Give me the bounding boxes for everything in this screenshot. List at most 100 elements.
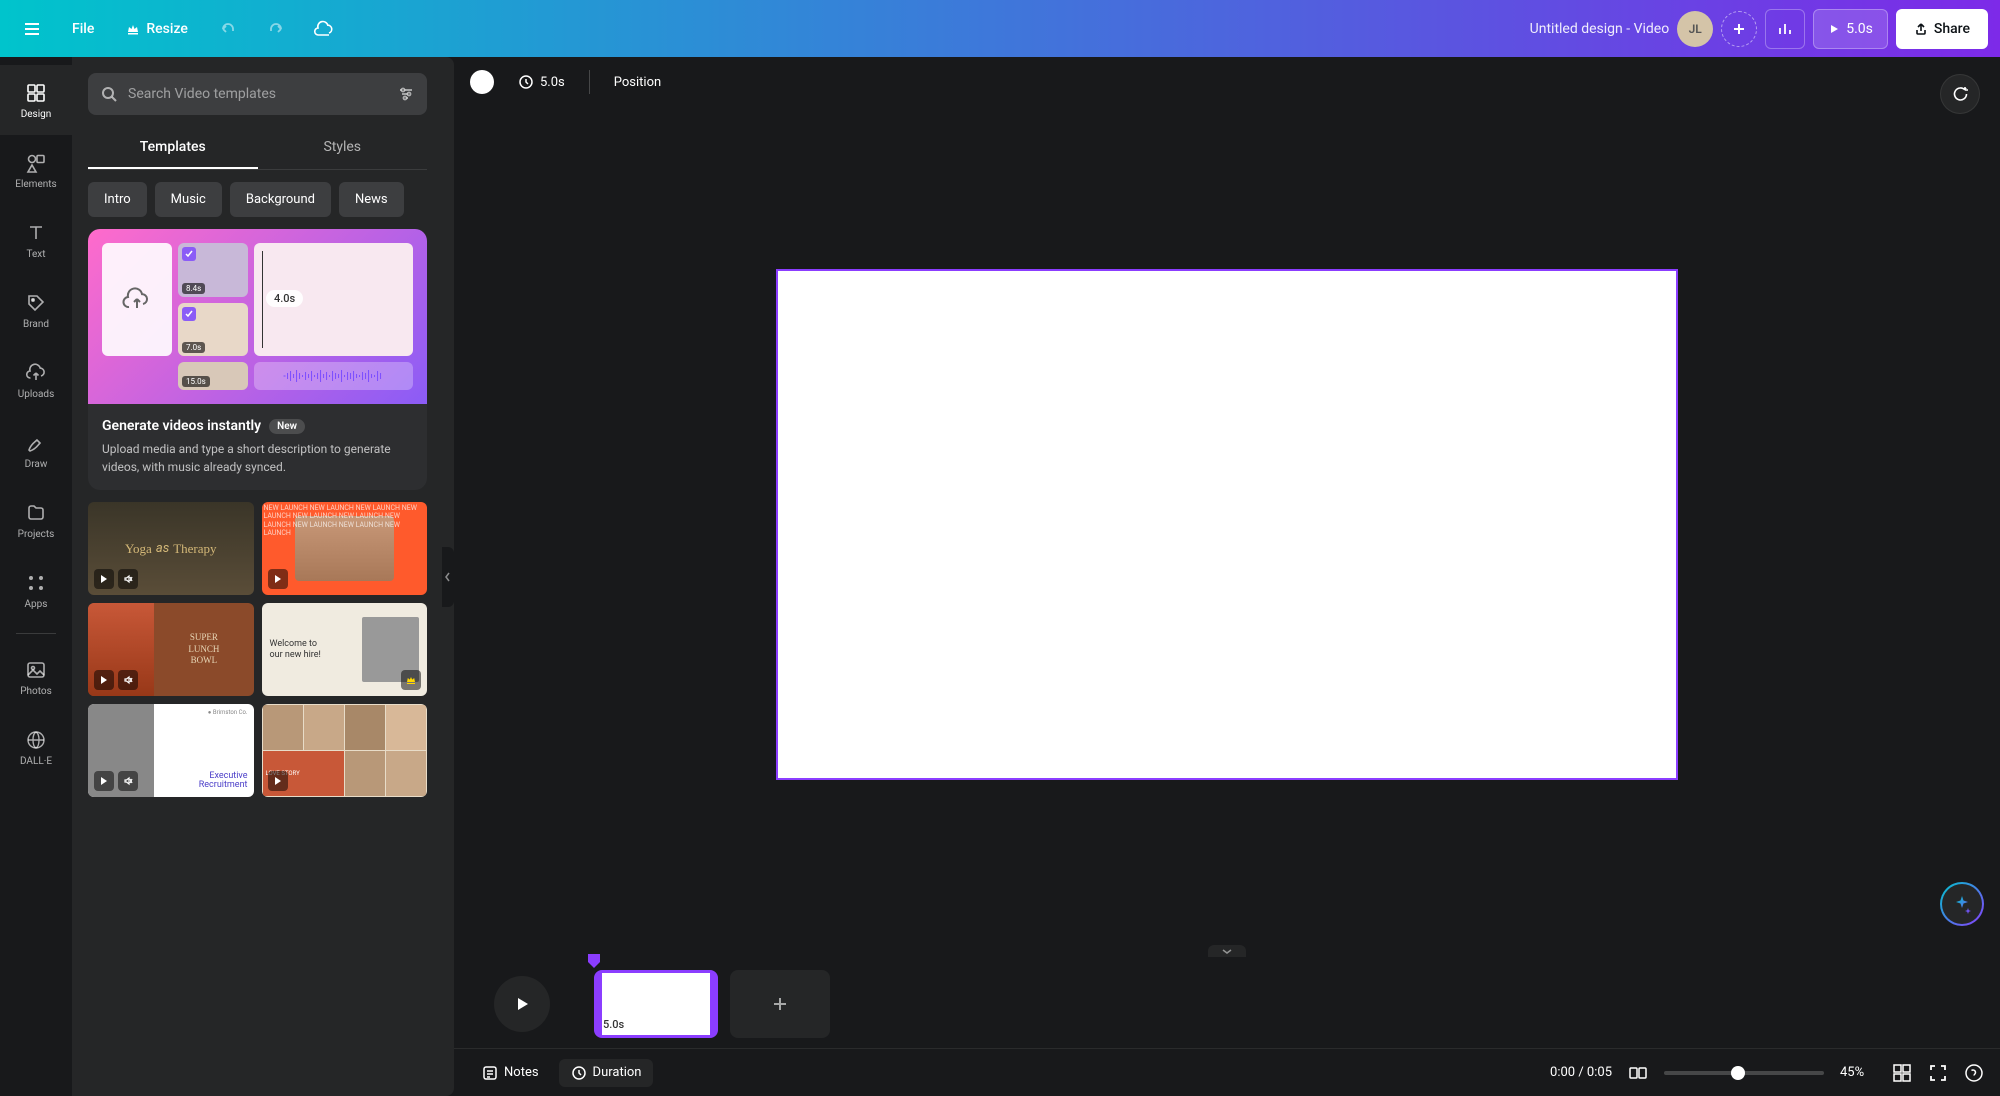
chevron-down-icon xyxy=(1221,947,1233,955)
template-thumb[interactable]: SUPERLUNCHBOWL xyxy=(88,603,254,696)
uploads-icon xyxy=(24,361,48,385)
search-box[interactable] xyxy=(88,73,427,115)
notes-button[interactable]: Notes xyxy=(470,1059,551,1087)
clock-icon xyxy=(571,1065,587,1081)
color-picker[interactable] xyxy=(470,70,494,94)
play-preview-button[interactable]: 5.0s xyxy=(1813,9,1888,49)
zoom-level[interactable]: 45% xyxy=(1840,1065,1876,1080)
sparkle-icon xyxy=(1952,894,1972,914)
promo-upload-tile xyxy=(102,243,172,356)
nav-design[interactable]: Design xyxy=(0,65,72,135)
nav-label: Design xyxy=(21,109,52,120)
template-thumb[interactable]: LOVE STORY xyxy=(262,704,428,797)
add-clip-button[interactable] xyxy=(730,970,830,1038)
nav-apps[interactable]: Apps xyxy=(0,555,72,625)
duration-label: Duration xyxy=(593,1065,642,1080)
nav-draw[interactable]: Draw xyxy=(0,415,72,485)
play-icon xyxy=(513,995,531,1013)
nav-elements[interactable]: Elements xyxy=(0,135,72,205)
nav-uploads[interactable]: Uploads xyxy=(0,345,72,415)
nav-label: Elements xyxy=(15,179,56,190)
menu-button[interactable] xyxy=(12,9,52,49)
play-icon xyxy=(94,670,114,690)
playhead-marker[interactable] xyxy=(588,954,600,968)
tab-styles[interactable]: Styles xyxy=(258,127,428,169)
fullscreen-icon[interactable] xyxy=(1928,1063,1948,1083)
promo-tile: 15.0s xyxy=(178,362,248,390)
nav-label: Draw xyxy=(25,459,48,470)
filter-icon[interactable] xyxy=(397,85,415,103)
chip-background[interactable]: Background xyxy=(230,182,331,217)
template-thumb[interactable]: Welcome toour new hire! xyxy=(262,603,428,696)
brand-icon xyxy=(24,291,48,315)
template-thumb[interactable]: Yoga as Therapy xyxy=(88,502,254,595)
promo-waveform xyxy=(254,362,413,390)
chip-music[interactable]: Music xyxy=(155,182,222,217)
resize-label: Resize xyxy=(146,21,188,37)
cloud-upload-icon xyxy=(121,284,153,316)
nav-label: Apps xyxy=(25,599,48,610)
crown-icon xyxy=(126,22,140,36)
add-collaborator-button[interactable] xyxy=(1721,11,1757,47)
filter-chips: Intro Music Background News xyxy=(88,182,427,217)
time-display: 0:00 / 0:05 xyxy=(1550,1065,1612,1080)
insights-button[interactable] xyxy=(1765,9,1805,49)
nav-label: Brand xyxy=(23,319,49,330)
promo-card[interactable]: 8.4s 4.0s 7.0s 15.0s xyxy=(88,229,427,490)
nav-text[interactable]: Text xyxy=(0,205,72,275)
user-avatar[interactable]: JL xyxy=(1677,11,1713,47)
redo-button[interactable] xyxy=(256,9,296,49)
template-thumb[interactable]: NEW LAUNCH NEW LAUNCH NEW LAUNCH NEW LAU… xyxy=(262,502,428,595)
magic-button[interactable] xyxy=(1940,882,1984,926)
help-icon[interactable] xyxy=(1964,1063,1984,1083)
play-icon xyxy=(268,569,288,589)
cloud-sync-icon[interactable] xyxy=(304,9,344,49)
collapse-handle[interactable] xyxy=(442,547,454,607)
template-thumb[interactable]: ● Brimston Co. ExecutiveRecruitment xyxy=(88,704,254,797)
share-button[interactable]: Share xyxy=(1896,9,1988,49)
pages-view-icon[interactable] xyxy=(1628,1063,1648,1083)
chip-news[interactable]: News xyxy=(339,182,404,217)
zoom-slider-thumb[interactable] xyxy=(1731,1066,1745,1080)
clip-handle-right[interactable] xyxy=(710,973,718,1035)
nav-divider xyxy=(16,633,56,634)
new-badge: New xyxy=(269,419,305,434)
nav-dalle[interactable]: DALL·E xyxy=(0,712,72,782)
tab-templates[interactable]: Templates xyxy=(88,127,258,169)
apps-icon xyxy=(24,571,48,595)
clip-duration-label: 5.0s xyxy=(603,1018,624,1031)
text-icon xyxy=(24,221,48,245)
canvas-page[interactable] xyxy=(776,269,1678,780)
nav-label: DALL·E xyxy=(20,756,52,767)
search-input[interactable] xyxy=(128,86,387,102)
nav-photos[interactable]: Photos xyxy=(0,642,72,712)
timeline-play-button[interactable] xyxy=(494,976,550,1032)
position-button[interactable]: Position xyxy=(602,64,673,100)
file-menu-button[interactable]: File xyxy=(60,9,106,49)
waveform-icon xyxy=(262,368,405,384)
undo-button[interactable] xyxy=(208,9,248,49)
promo-description: Upload media and type a short descriptio… xyxy=(102,440,413,476)
promo-image: 8.4s 4.0s 7.0s 15.0s xyxy=(88,229,427,404)
grid-view-icon[interactable] xyxy=(1892,1063,1912,1083)
photos-icon xyxy=(24,658,48,682)
nav-projects[interactable]: Projects xyxy=(0,485,72,555)
design-title[interactable]: Untitled design - Video xyxy=(1530,21,1670,37)
zoom-slider[interactable] xyxy=(1664,1071,1824,1075)
timeline-collapse-handle[interactable] xyxy=(1208,945,1246,957)
nav-brand[interactable]: Brand xyxy=(0,275,72,345)
promo-title: Generate videos instantly xyxy=(102,418,261,434)
elements-icon xyxy=(24,151,48,175)
duration-badge: 7.0s xyxy=(182,342,205,353)
chip-intro[interactable]: Intro xyxy=(88,182,147,217)
toolbar-separator xyxy=(589,70,590,94)
nav-rail: Design Elements Text Brand Uploads Draw … xyxy=(0,57,72,1096)
clip-handle-left[interactable] xyxy=(594,973,602,1035)
mute-icon xyxy=(118,670,138,690)
duration-button[interactable]: Duration xyxy=(559,1059,654,1087)
duration-button[interactable]: 5.0s xyxy=(506,64,577,100)
timeline-clip[interactable]: 5.0s xyxy=(594,970,718,1038)
canvas-area: 5.0s Position xyxy=(454,57,2000,1096)
play-duration-label: 5.0s xyxy=(1846,21,1873,37)
resize-button[interactable]: Resize xyxy=(114,9,200,49)
